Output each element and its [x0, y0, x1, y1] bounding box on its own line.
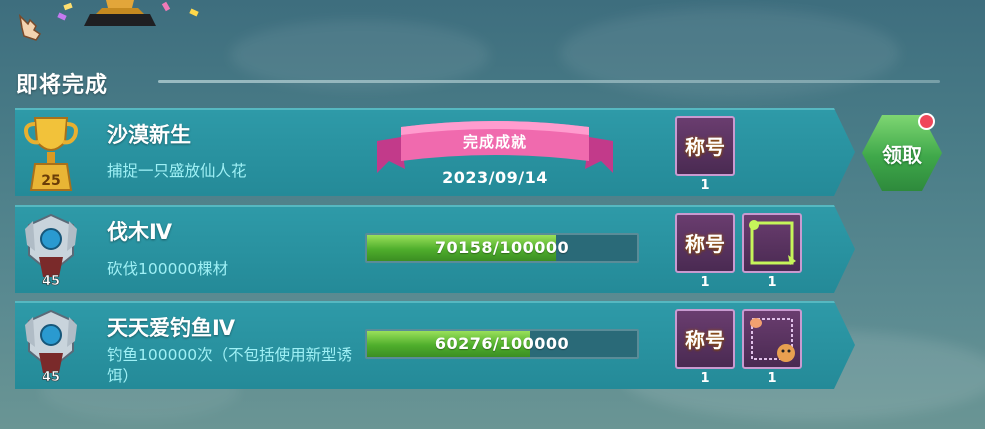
reward-title-badge[interactable]: 称号 — [675, 309, 735, 369]
reward-label: 称号 — [685, 328, 725, 352]
reward-avatar-frame[interactable] — [742, 309, 802, 369]
achievement-row: 45 天天爱钓鱼Ⅳ 钓鱼100000次（不包括使用新型诱饵） 60276/100… — [15, 301, 855, 389]
progress-bar: 70158/100000 — [365, 233, 639, 263]
section-title: 即将完成 — [16, 73, 109, 98]
reward-label: 称号 — [685, 232, 725, 256]
gold-trophy-icon: 25 — [24, 117, 78, 191]
silver-emblem-icon: 45 — [25, 309, 77, 385]
achievement-description: 砍伐100000棵材 — [107, 260, 229, 278]
progress-bar: 60276/100000 — [365, 329, 639, 359]
reward-count: 1 — [767, 275, 777, 290]
notification-dot — [918, 113, 935, 130]
pointing-hand-icon — [18, 13, 42, 41]
reward-title-badge[interactable]: 称号 — [675, 116, 735, 176]
badge-level: 25 — [41, 173, 60, 189]
badge-level: 45 — [42, 370, 60, 385]
claim-button-label[interactable]: 领取 — [862, 139, 942, 168]
completion-date: 2023/09/14 — [442, 168, 548, 187]
achievement-title: 天天爱钓鱼Ⅳ — [107, 316, 236, 340]
avatar-frame-icon — [749, 220, 796, 265]
reward-label: 称号 — [685, 135, 725, 159]
section-divider — [158, 80, 940, 83]
avatar-frame-icon — [750, 318, 795, 362]
badge-level: 45 — [42, 274, 60, 289]
progress-text: 70158/100000 — [434, 238, 570, 257]
reward-count: 1 — [700, 275, 710, 290]
achievement-title: 沙漠新生 — [107, 123, 191, 147]
achievement-description: 捕捉一只盛放仙人花 — [107, 162, 247, 180]
reward-title-badge[interactable]: 称号 — [675, 213, 735, 273]
reward-count: 1 — [700, 178, 710, 193]
progress-text: 60276/100000 — [434, 334, 570, 353]
reward-avatar-frame[interactable] — [742, 213, 802, 273]
achievement-row: 45 伐木Ⅳ 砍伐100000棵材 70158/100000 称号 1 1 — [15, 205, 855, 293]
trophy-base-icon — [84, 0, 156, 26]
status-label: 完成成就 — [462, 133, 527, 151]
reward-count: 1 — [700, 371, 710, 386]
achievement-title: 伐木Ⅳ — [107, 220, 173, 244]
achievement-row: 25 沙漠新生 捕捉一只盛放仙人花 完成成就 2023/09/14 称号 1 — [15, 108, 855, 196]
silver-emblem-icon: 45 — [25, 213, 77, 289]
achievement-description: 钓鱼100000次（不包括使用新型诱饵） — [107, 346, 353, 385]
reward-count: 1 — [767, 371, 777, 386]
